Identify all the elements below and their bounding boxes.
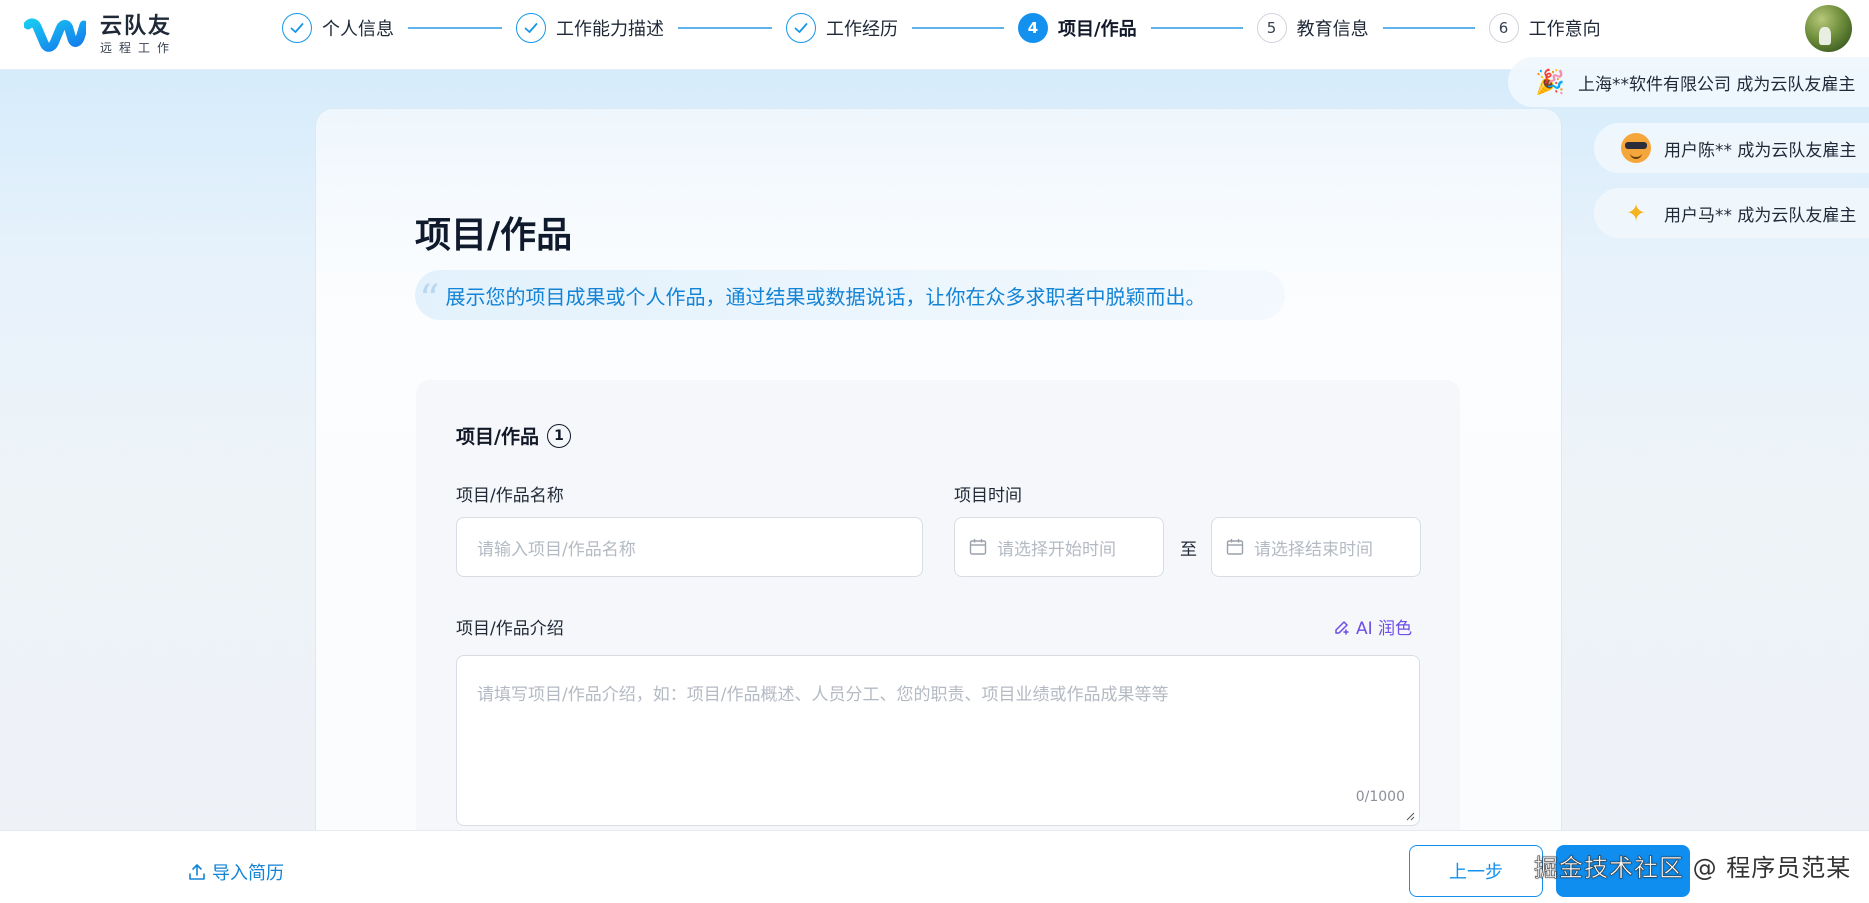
check-icon [516, 13, 546, 43]
char-counter: 0/1000 [1355, 789, 1405, 805]
start-date-placeholder: 请选择开始时间 [997, 539, 1116, 560]
resize-grip-icon[interactable] [1405, 811, 1415, 821]
project-time-label: 项目时间 [954, 486, 1022, 506]
project-section-title: 项目/作品 1 [456, 422, 571, 449]
watermark: 掘金技术社区 @ 程序员范某 [1534, 848, 1851, 883]
import-resume-button[interactable]: 导入简历 [188, 859, 284, 885]
watermark-author: @ 程序员范某 [1692, 854, 1852, 882]
project-intro-label: 项目/作品介绍 [456, 619, 564, 639]
project-intro-placeholder: 请填写项目/作品介绍，如：项目/作品概述、人员分工、您的职责、项目业绩或作品成果… [477, 685, 1169, 705]
watermark-text: 掘金技术社区 [1534, 854, 1684, 883]
step-label: 个人信息 [322, 19, 394, 40]
ai-polish-button[interactable]: AI 润色 [1333, 614, 1412, 639]
step-job-intention[interactable]: 6 工作意向 [1488, 12, 1601, 44]
user-avatar[interactable] [1805, 5, 1852, 52]
ai-polish-label: AI 润色 [1356, 619, 1413, 639]
notice-text: 上海**软件有限公司 成为云队友雇主 [1578, 74, 1856, 95]
step-connector [408, 27, 502, 29]
brand-slogan: 远程工作 [100, 41, 177, 55]
step-label: 项目/作品 [1058, 19, 1137, 40]
step-projects[interactable]: 4 项目/作品 [1018, 12, 1137, 44]
start-date-picker[interactable]: 请选择开始时间 [954, 517, 1164, 577]
project-name-placeholder: 请输入项目/作品名称 [477, 539, 636, 560]
sunglasses-face-icon [1620, 132, 1652, 164]
step-connector [678, 27, 772, 29]
step-number: 5 [1256, 13, 1287, 43]
check-icon [282, 13, 312, 43]
project-intro-textarea[interactable]: 请填写项目/作品介绍，如：项目/作品概述、人员分工、您的职责、项目业绩或作品成果… [456, 655, 1420, 826]
step-number: 6 [1488, 13, 1519, 43]
sparkles-icon: ✦ [1625, 199, 1647, 227]
employer-notice: ✦ 用户马** 成为云队友雇主 [1594, 188, 1869, 238]
step-number: 4 [1018, 13, 1048, 43]
step-connector [912, 27, 1004, 29]
employer-notice: 🎉 上海**软件有限公司 成为云队友雇主 [1508, 57, 1869, 107]
project-name-input[interactable]: 请输入项目/作品名称 [456, 517, 923, 577]
progress-steps: 个人信息 工作能力描述 工作经历 4 项目/作品 5 教育信息 6 工作意向 [282, 12, 1601, 44]
project-name-label: 项目/作品名称 [456, 486, 564, 506]
notice-text: 用户陈** 成为云队友雇主 [1664, 140, 1857, 161]
calendar-icon [1226, 539, 1244, 555]
import-resume-label: 导入简历 [212, 863, 284, 884]
step-connector [1382, 27, 1475, 29]
section-number: 1 [546, 423, 571, 448]
logo-mark-icon [24, 18, 86, 52]
party-popper-icon: 🎉 [1535, 68, 1565, 96]
notice-text: 用户马** 成为云队友雇主 [1664, 205, 1857, 226]
upload-icon [189, 864, 205, 880]
quote-icon: “ [419, 277, 440, 323]
page-title: 项目/作品 [415, 215, 573, 256]
step-work-ability[interactable]: 工作能力描述 [516, 12, 664, 44]
previous-step-button[interactable]: 上一步 [1409, 845, 1543, 897]
step-label: 教育信息 [1296, 19, 1369, 40]
step-connector [1150, 27, 1243, 29]
magic-pen-icon [1335, 620, 1349, 635]
section-title-text: 项目/作品 [456, 426, 539, 448]
end-date-placeholder: 请选择结束时间 [1254, 539, 1373, 560]
step-label: 工作经历 [826, 19, 898, 40]
calendar-icon [969, 539, 987, 555]
step-label: 工作能力描述 [556, 19, 664, 40]
subtitle-text: 展示您的项目成果或个人作品，通过结果或数据说话，让你在众多求职者中脱颖而出。 [445, 284, 1206, 309]
step-work-experience[interactable]: 工作经历 [786, 12, 898, 44]
page-subtitle: “ 展示您的项目成果或个人作品，通过结果或数据说话，让你在众多求职者中脱颖而出。 [415, 270, 1285, 320]
step-personal-info[interactable]: 个人信息 [282, 12, 394, 44]
date-range-separator: 至 [1180, 540, 1197, 560]
end-date-picker[interactable]: 请选择结束时间 [1211, 517, 1421, 577]
step-education[interactable]: 5 教育信息 [1256, 12, 1369, 44]
step-label: 工作意向 [1528, 19, 1601, 40]
brand-name: 云队友 [100, 14, 173, 39]
brand-logo[interactable]: 云队友 远程工作 [24, 8, 176, 62]
check-icon [786, 13, 816, 43]
employer-notice: 用户陈** 成为云队友雇主 [1594, 123, 1869, 173]
